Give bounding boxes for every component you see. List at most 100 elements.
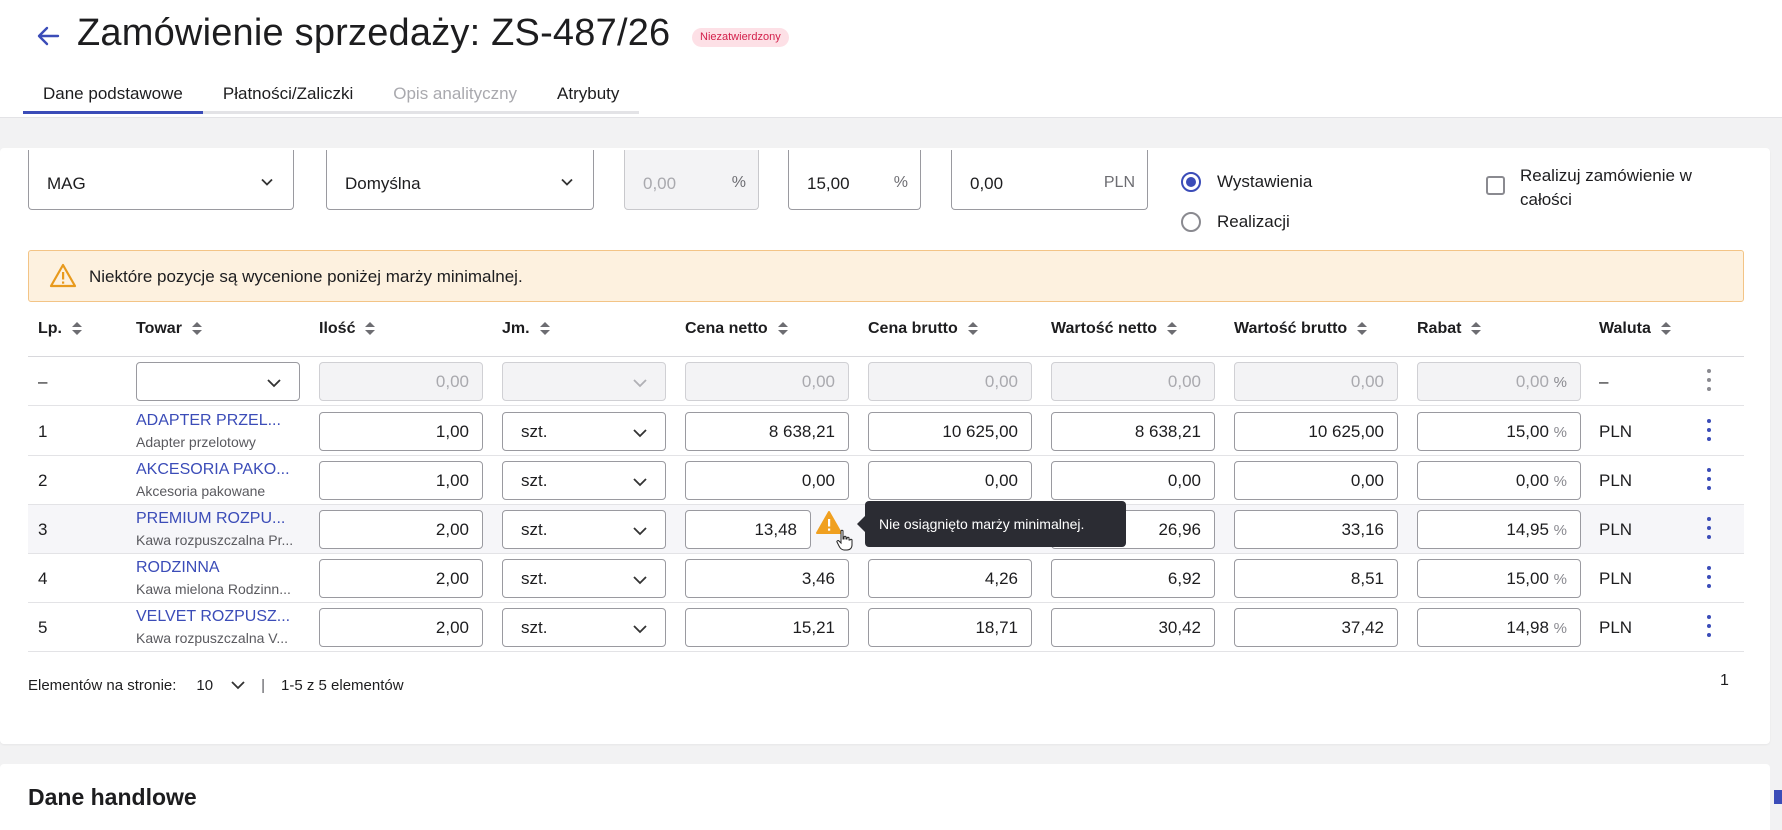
table-row: 5 VELVET ROZPUSZ... Kawa rozpuszczalna V..… [28,603,1744,652]
unit-select[interactable]: szt. [502,510,666,549]
sort-icon[interactable] [72,322,82,336]
discount-amount-field[interactable]: 0,00 PLN [951,150,1148,210]
row-lp: 5 [38,618,48,637]
sort-icon[interactable] [1471,322,1482,336]
discount-input[interactable]: 15,00 % [1417,559,1581,598]
sort-icon[interactable] [1660,322,1671,336]
gross-value-input[interactable]: 10 625,00 [1234,412,1398,451]
margin-tooltip: Nie osiągnięto marży minimalnej. [857,501,1126,547]
product-select[interactable] [136,362,300,401]
discount-input[interactable]: 14,98 % [1417,608,1581,647]
discount-unit: % [1553,571,1567,588]
gross-price-input[interactable]: 0,00 [868,461,1032,500]
product-code-link[interactable]: AKCESORIA PAKO... [136,461,290,479]
product-code-link[interactable]: ADAPTER PRZEL... [136,412,281,430]
unit-select[interactable]: szt. [502,412,666,451]
side-tab-marker[interactable] [1774,790,1782,804]
radio-issue-date[interactable]: Wystawienia [1181,172,1312,192]
sort-icon[interactable] [365,322,376,336]
general-discount-field[interactable]: 15,00 % [788,150,921,210]
col-header-net-price[interactable]: Cena netto [685,320,788,338]
col-header-gross-price[interactable]: Cena brutto [868,320,978,338]
radio-button[interactable] [1181,212,1201,232]
row-lp: 1 [38,422,48,441]
qty-input[interactable]: 2,00 [319,608,483,647]
net-value-input[interactable]: 30,42 [1051,608,1215,647]
more-options-icon[interactable] [1706,566,1712,592]
discount-unit: % [1553,374,1567,391]
row-lp: 3 [38,520,48,539]
net-price-input[interactable]: 8 638,21 [685,412,849,451]
more-options-icon[interactable] [1706,517,1712,543]
radio-button-selected[interactable] [1181,172,1201,192]
qty-input[interactable]: 1,00 [319,412,483,451]
pagination: Elementów na stronie: 10 | 1-5 z 5 eleme… [28,672,404,698]
page-title: Zamówienie sprzedaży: ZS-487/26 [77,12,671,54]
back-arrow-icon[interactable] [34,22,62,50]
discount-input[interactable]: 14,95 % [1417,510,1581,549]
qty-input[interactable]: 1,00 [319,461,483,500]
col-header-net-value[interactable]: Wartość netto [1051,320,1178,338]
net-price-input: 0,00 [685,362,849,401]
net-price-input[interactable]: 13,48 [685,510,811,549]
tab-attributes[interactable]: Atrybuty [537,78,640,114]
gross-value-input[interactable]: 8,51 [1234,559,1398,598]
net-value-input[interactable]: 6,92 [1051,559,1215,598]
col-header-product[interactable]: Towar [136,320,202,338]
qty-input[interactable]: 2,00 [319,510,483,549]
net-price-input[interactable]: 15,21 [685,608,849,647]
net-price-input[interactable]: 3,46 [685,559,849,598]
warning-text: Niektóre pozycje są wycenione poniżej ma… [89,267,523,286]
sort-icon[interactable] [1167,322,1178,336]
qty-input[interactable]: 2,00 [319,559,483,598]
more-options-icon[interactable] [1706,419,1712,445]
discount-input[interactable]: 0,00 % [1417,461,1581,500]
discount-value: 15,00 [1506,569,1549,588]
sort-icon[interactable] [539,322,550,336]
product-code-link[interactable]: PREMIUM ROZPU... [136,510,285,528]
unit-select[interactable]: szt. [502,559,666,598]
warehouse-select[interactable]: MAG [28,150,294,210]
gross-value-input[interactable]: 0,00 [1234,461,1398,500]
discount-input[interactable]: 15,00 % [1417,412,1581,451]
current-page[interactable]: 1 [1720,672,1729,690]
gross-value-input[interactable]: 33,16 [1234,510,1398,549]
net-value-input[interactable]: 8 638,21 [1051,412,1215,451]
page-size-select[interactable]: 10 [196,677,245,694]
sort-icon[interactable] [191,322,202,336]
radio-realization-date[interactable]: Realizacji [1181,212,1290,232]
more-options-icon[interactable] [1706,369,1712,395]
col-label: Waluta [1599,320,1651,337]
net-price-input[interactable]: 0,00 [685,461,849,500]
net-value-input[interactable]: 0,00 [1051,461,1215,500]
sort-icon[interactable] [967,322,978,336]
tab-basic-data[interactable]: Dane podstawowe [23,78,203,114]
col-header-unit[interactable]: Jm. [502,320,550,338]
gross-value-input[interactable]: 37,42 [1234,608,1398,647]
price-select[interactable]: Domyślna [326,150,594,210]
col-header-currency[interactable]: Waluta [1599,320,1671,338]
new-item-row: – 0,00 0,00 0,00 0,00 0,00 0,00 % – [28,357,1744,406]
gross-price-input[interactable]: 10 625,00 [868,412,1032,451]
gross-price-input[interactable]: 4,26 [868,559,1032,598]
unit-select[interactable]: szt. [502,461,666,500]
gross-price-input[interactable]: 18,71 [868,608,1032,647]
tab-payments[interactable]: Płatności/Zaliczki [202,78,374,114]
currency: – [1599,372,1609,391]
col-header-lp[interactable]: Lp. [38,320,82,338]
realize-full-checkbox[interactable] [1486,176,1505,195]
currency: PLN [1599,422,1633,441]
unit-select[interactable]: szt. [502,608,666,647]
sort-icon[interactable] [1357,322,1368,336]
more-options-icon[interactable] [1706,615,1712,641]
price-value: Domyślna [345,174,421,193]
more-options-icon[interactable] [1706,468,1712,494]
discount-value: 0,00 [1515,372,1549,391]
product-code-link[interactable]: VELVET ROZPUSZ... [136,608,290,626]
sort-icon[interactable] [777,322,788,336]
product-code-link[interactable]: RODZINNA [136,559,220,577]
chevron-down-icon [561,178,573,186]
col-header-discount[interactable]: Rabat [1417,320,1482,338]
col-header-gross-value[interactable]: Wartość brutto [1234,320,1368,338]
col-header-qty[interactable]: Ilość [319,320,376,338]
